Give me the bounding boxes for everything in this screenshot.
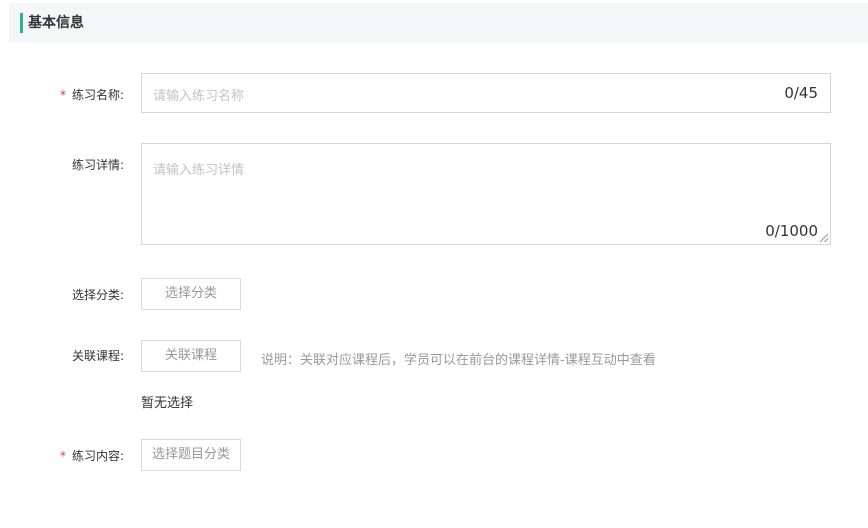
exercise-name-input[interactable]: 请输入练习名称 0/45 [141,73,831,113]
details-label: 练习详情: [71,158,124,172]
exercise-details-counter: 0/1000 [765,222,818,240]
course-empty-text: 暂无选择 [141,396,194,411]
section-header: 基本信息 [9,3,868,43]
name-label: * 练习名称: [59,88,124,102]
resize-handle[interactable] [820,234,828,242]
exercise-name-counter: 0/45 [784,84,818,102]
content-label: * 练习内容: [59,449,124,463]
select-question-category-button[interactable]: 选择题目分类 [141,439,241,471]
exercise-name-placeholder: 请输入练习名称 [153,89,245,104]
section-title: 基本信息 [28,15,84,31]
category-label: 选择分类: [71,288,124,302]
course-label: 关联课程: [71,349,124,363]
select-category-button[interactable]: 选择分类 [141,278,241,310]
exercise-details-textarea[interactable]: 请输入练习详情 0/1000 [141,143,831,245]
required-mark: * [59,88,66,102]
required-mark: * [59,449,66,463]
exercise-details-placeholder: 请输入练习详情 [153,163,245,178]
course-hint-text: 说明：关联对应课程后，学员可以在前台的课程详情-课程互动中查看 [261,353,656,368]
section-accent-bar [20,13,23,33]
exercise-form-page: 基本信息 * 练习名称: 请输入练习名称 0/45 练习详情: 请输入练习详情 0… [0,0,868,528]
link-course-button[interactable]: 关联课程 [141,340,241,372]
